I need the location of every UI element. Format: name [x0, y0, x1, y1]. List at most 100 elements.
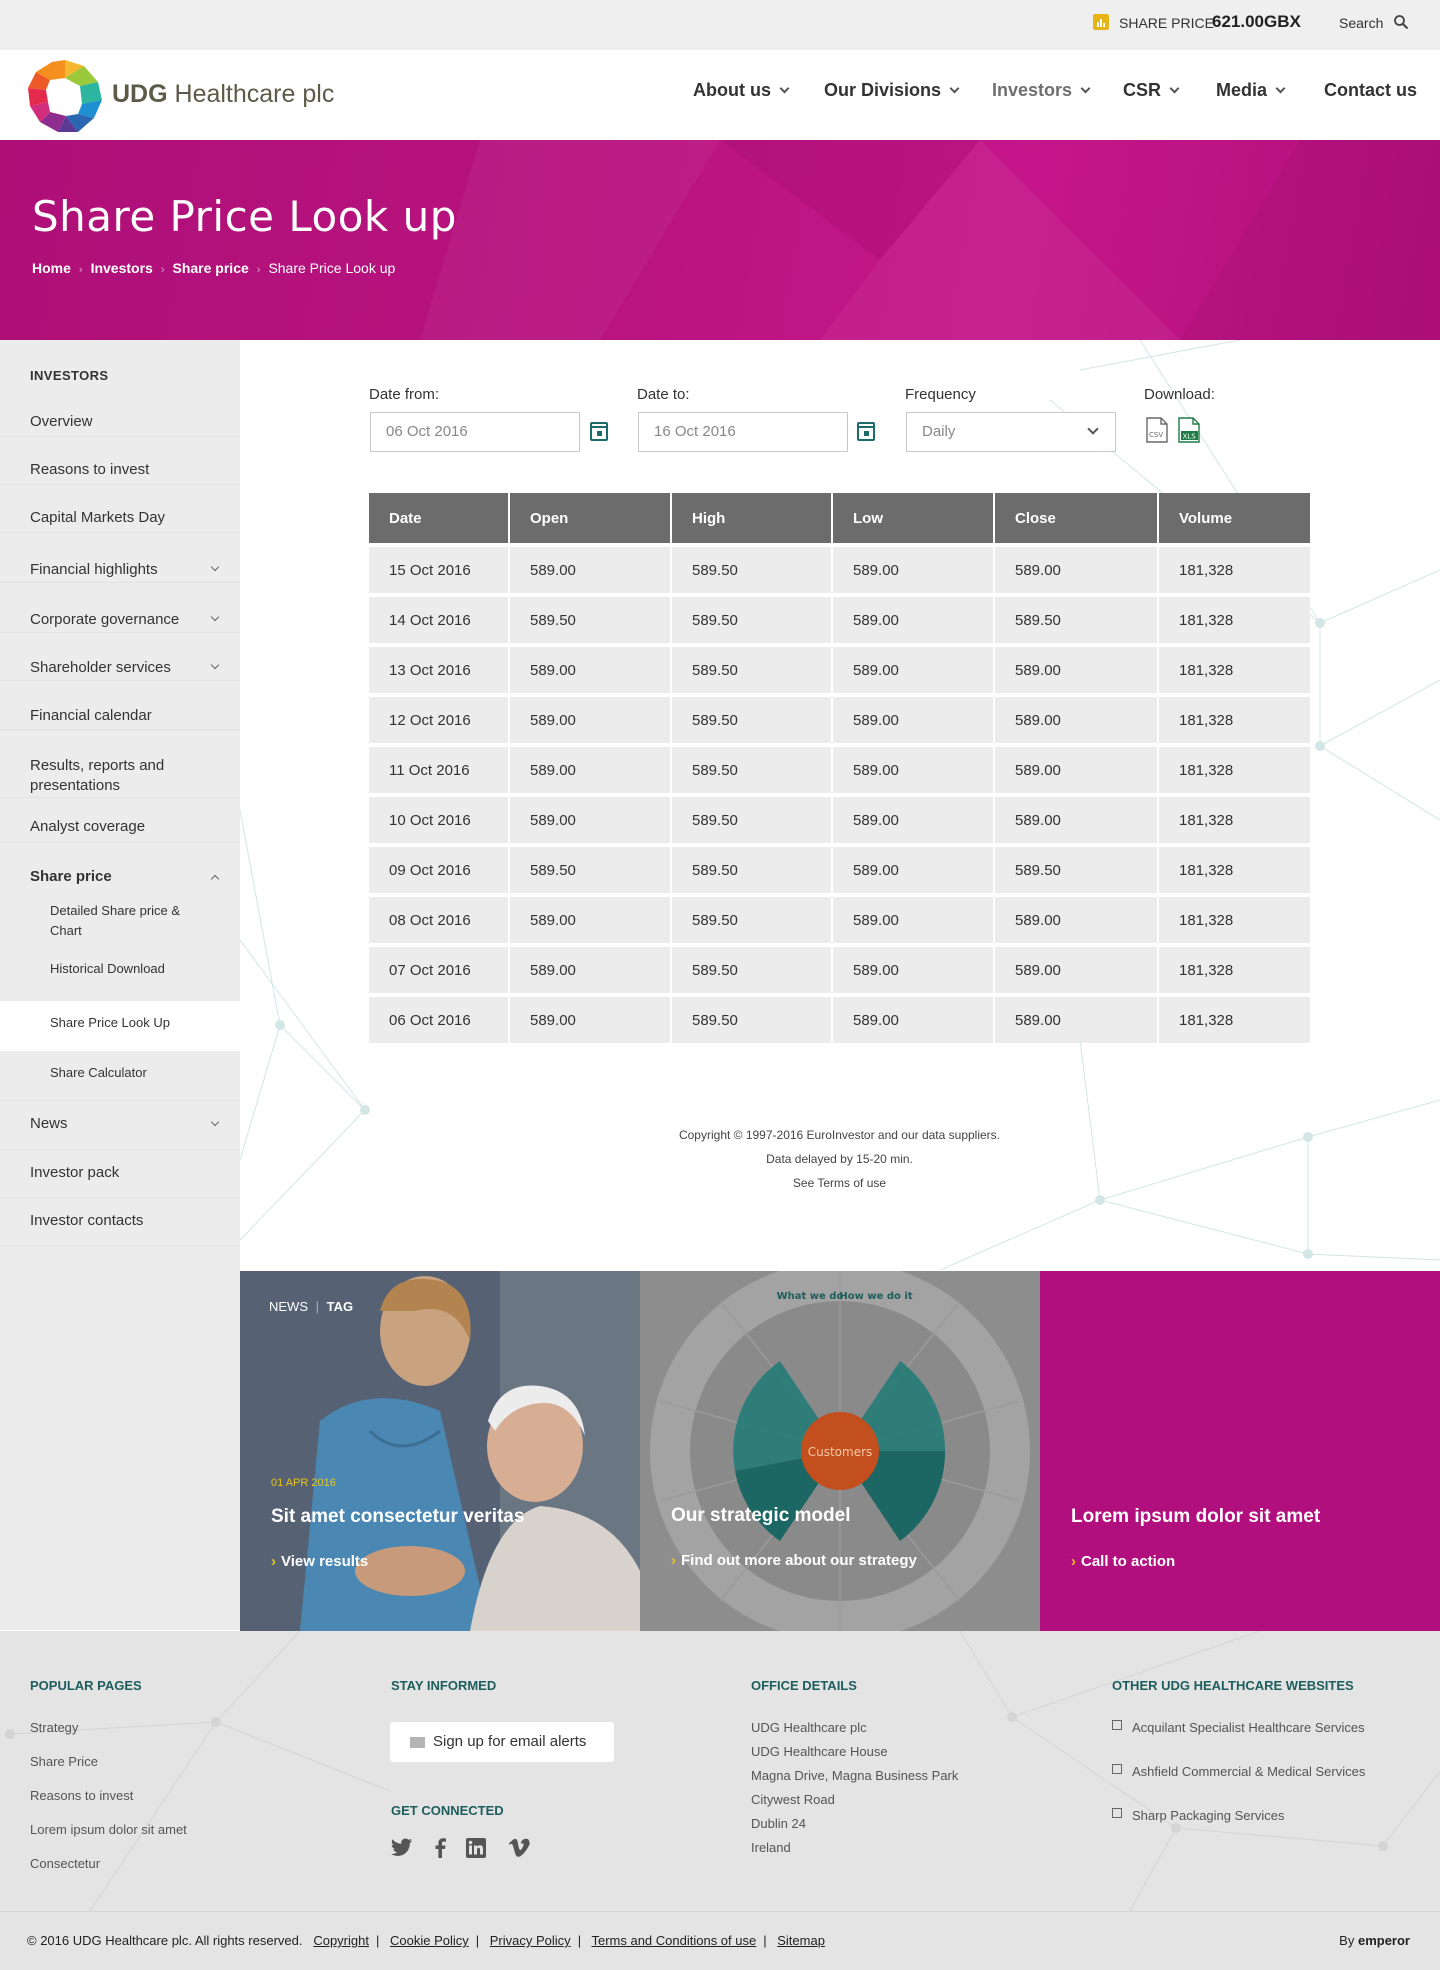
copyright-text: © 2016 UDG Healthcare plc. All rights re…	[27, 1933, 303, 1948]
other-websites-title: OTHER UDG HEALTHCARE WEBSITES	[1112, 1678, 1354, 1693]
sidebar-item-corporate-governance[interactable]: Corporate governance	[0, 583, 240, 633]
sidebar-item-analyst-coverage[interactable]: Analyst coverage	[0, 798, 240, 843]
table-cell: 181,328	[1159, 793, 1310, 843]
chevron-down-icon	[210, 612, 220, 622]
brand-name[interactable]: UDG Healthcare plc	[112, 80, 334, 109]
breadcrumb-home[interactable]: Home	[32, 260, 71, 276]
udg-logo-icon[interactable]	[28, 60, 102, 132]
nav-investors[interactable]: Investors	[992, 80, 1091, 101]
footer-link-strategy[interactable]: Strategy	[30, 1720, 78, 1735]
sidebar-item-share-price[interactable]: Share price	[0, 843, 240, 893]
terms-of-use-link[interactable]: See Terms of use	[369, 1176, 1310, 1190]
search-icon[interactable]	[1393, 14, 1409, 30]
table-cell: 589.00	[833, 943, 995, 993]
external-link-sharp[interactable]: Sharp Packaging Services	[1132, 1808, 1284, 1823]
nav-contact-us[interactable]: Contact us	[1324, 80, 1417, 101]
email-alerts-button[interactable]: Sign up for email alerts	[390, 1722, 614, 1762]
investors-sidebar: INVESTORS Overview Reasons to invest Cap…	[0, 340, 240, 1630]
sidebar-subitem-historical-download[interactable]: Historical Download	[0, 951, 240, 1001]
chevron-down-icon	[1275, 83, 1286, 94]
sidebar-item-financial-calendar[interactable]: Financial calendar	[0, 681, 240, 730]
table-row: 14 Oct 2016 589.50 589.50 589.00 589.50 181,3…	[369, 593, 1310, 643]
table-row: 15 Oct 2016 589.00 589.50 589.00 589.00 181,3…	[369, 543, 1310, 593]
strategy-title[interactable]: Our strategic model	[671, 1505, 851, 1527]
table-cell: 589.00	[833, 693, 995, 743]
table-row: 06 Oct 2016 589.00 589.50 589.00 589.00 181,3…	[369, 993, 1310, 1043]
table-cell: 589.00	[510, 643, 672, 693]
table-cell: 589.00	[833, 793, 995, 843]
office-line: UDG Healthcare House	[751, 1744, 888, 1759]
search-link[interactable]: Search	[1339, 15, 1383, 31]
facebook-icon[interactable]	[434, 1838, 446, 1858]
footer-link-reasons-to-invest[interactable]: Reasons to invest	[30, 1788, 133, 1803]
svg-text:What we do: What we do	[777, 1291, 844, 1302]
link-copyright[interactable]: Copyright	[313, 1933, 369, 1948]
link-sitemap[interactable]: Sitemap	[777, 1933, 825, 1948]
strategy-tile[interactable]: Customers What we do How we do it Our st…	[640, 1271, 1040, 1631]
nav-about-us[interactable]: About us	[693, 80, 790, 101]
sidebar-item-financial-highlights[interactable]: Financial highlights	[0, 533, 240, 583]
office-details-title: OFFICE DETAILS	[751, 1678, 857, 1693]
strategy-link[interactable]: › Find out more about our strategy	[671, 1552, 917, 1569]
date-to-input[interactable]: 16 Oct 2016	[638, 412, 848, 452]
sidebar-item-overview[interactable]: Overview	[0, 389, 240, 437]
download-label: Download:	[1144, 386, 1215, 403]
frequency-select[interactable]: Daily	[906, 412, 1116, 452]
table-cell: 589.00	[995, 543, 1159, 593]
nurse-patient-photo	[240, 1271, 640, 1631]
table-cell: 589.00	[833, 993, 995, 1043]
csv-download-icon[interactable]: CSV	[1145, 417, 1169, 443]
news-title[interactable]: Sit amet consectetur veritas	[271, 1506, 524, 1528]
news-tile[interactable]: NEWS | TAG 01 APR 2016 Sit amet consecte…	[240, 1271, 640, 1631]
table-cell: 589.50	[672, 743, 833, 793]
chevron-down-icon	[210, 1117, 220, 1127]
calendar-icon[interactable]	[590, 422, 608, 441]
sidebar-subitem-detailed-share-price[interactable]: Detailed Share price & Chart	[0, 893, 240, 951]
call-to-action-link[interactable]: › Call to action	[1071, 1553, 1175, 1570]
nav-csr[interactable]: CSR	[1123, 80, 1180, 101]
breadcrumb-investors[interactable]: Investors	[91, 260, 153, 276]
table-cell: 589.50	[510, 593, 672, 643]
sidebar-item-investor-pack[interactable]: Investor pack	[0, 1150, 240, 1198]
nav-media[interactable]: Media	[1216, 80, 1286, 101]
cta-title[interactable]: Lorem ipsum dolor sit amet	[1071, 1506, 1320, 1528]
sidebar-item-investor-contacts[interactable]: Investor contacts	[0, 1198, 240, 1246]
table-cell: 181,328	[1159, 893, 1310, 943]
table-cell: 12 Oct 2016	[369, 693, 510, 743]
agency-credit[interactable]: By emperor	[1339, 1933, 1410, 1948]
date-from-input[interactable]: 06 Oct 2016	[370, 412, 580, 452]
view-results-link[interactable]: › View results	[271, 1553, 368, 1570]
external-link-acquilant[interactable]: Acquilant Specialist Healthcare Services	[1132, 1720, 1365, 1735]
sidebar-item-reasons-to-invest[interactable]: Reasons to invest	[0, 437, 240, 485]
sidebar-item-capital-markets-day[interactable]: Capital Markets Day	[0, 485, 240, 533]
table-cell: 589.50	[672, 793, 833, 843]
vimeo-icon[interactable]	[508, 1838, 530, 1857]
table-cell: 589.00	[833, 843, 995, 893]
footer-link-consectetur[interactable]: Consectetur	[30, 1856, 100, 1871]
twitter-icon[interactable]	[391, 1838, 413, 1856]
table-cell: 589.00	[510, 893, 672, 943]
strategic-model-diagram: Customers What we do How we do it	[640, 1271, 1040, 1631]
cta-tile[interactable]: Lorem ipsum dolor sit amet › Call to acti…	[1040, 1271, 1440, 1631]
linkedin-icon[interactable]	[466, 1838, 486, 1858]
sidebar-item-results-reports[interactable]: Results, reports and presentations	[0, 730, 240, 798]
table-cell: 15 Oct 2016	[369, 543, 510, 593]
link-privacy-policy[interactable]: Privacy Policy	[490, 1933, 571, 1948]
top-bar: SHARE PRICE 621.00GBX Search	[0, 0, 1440, 50]
link-cookie-policy[interactable]: Cookie Policy	[390, 1933, 469, 1948]
sidebar-item-news[interactable]: News	[0, 1101, 240, 1150]
breadcrumb-share-price[interactable]: Share price	[173, 260, 249, 276]
sidebar-subitem-share-calculator[interactable]: Share Calculator	[0, 1051, 240, 1101]
table-cell: 589.50	[672, 993, 833, 1043]
footer-link-share-price[interactable]: Share Price	[30, 1754, 98, 1769]
nav-our-divisions[interactable]: Our Divisions	[824, 80, 960, 101]
external-link-ashfield[interactable]: Ashfield Commercial & Medical Services	[1132, 1764, 1365, 1779]
calendar-icon[interactable]	[857, 422, 875, 441]
column-header: High	[672, 493, 833, 543]
chevron-down-icon	[210, 660, 220, 670]
link-terms-and-conditions[interactable]: Terms and Conditions of use	[591, 1933, 756, 1948]
footer-link-lorem[interactable]: Lorem ipsum dolor sit amet	[30, 1822, 187, 1837]
sidebar-item-shareholder-services[interactable]: Shareholder services	[0, 633, 240, 681]
xls-download-icon[interactable]: XLS	[1177, 417, 1201, 443]
sidebar-subitem-share-price-look-up[interactable]: Share Price Look Up	[0, 1001, 240, 1051]
